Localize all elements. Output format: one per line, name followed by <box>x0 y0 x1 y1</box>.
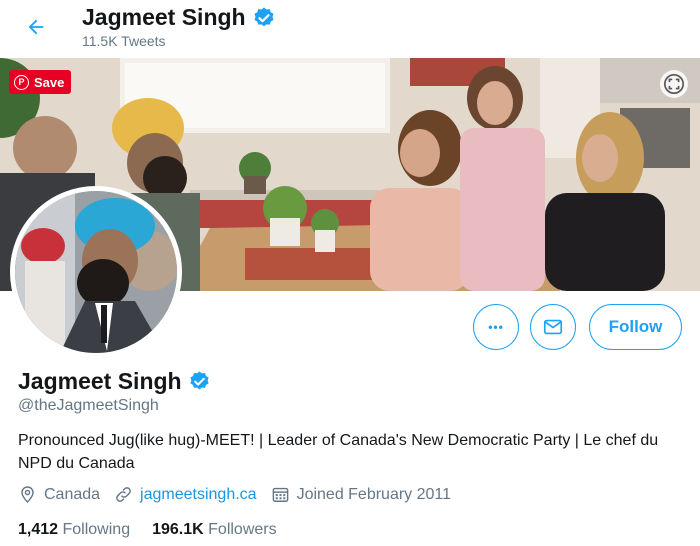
envelope-icon <box>543 319 563 335</box>
website-link[interactable]: jagmeetsingh.ca <box>140 486 257 504</box>
pinterest-save-button[interactable]: P Save <box>9 70 71 94</box>
save-label: Save <box>34 74 65 90</box>
profile-name-text: Jagmeet Singh <box>18 368 182 394</box>
message-button[interactable] <box>530 304 576 350</box>
link-icon <box>116 487 131 502</box>
pinterest-icon: P <box>14 74 29 90</box>
verified-badge-icon <box>254 7 274 26</box>
follow-button[interactable]: Follow <box>589 304 682 350</box>
header-name-text: Jagmeet Singh <box>82 4 246 30</box>
followers-label: Followers <box>208 521 277 538</box>
following-count: 1,412 <box>18 521 59 538</box>
back-button[interactable] <box>22 13 50 41</box>
location-text: Canada <box>44 485 101 503</box>
avatar-photo <box>15 191 177 353</box>
joined-item: Joined February 2011 <box>271 485 451 504</box>
profile-meta: Canada jagmeetsingh.ca Joined February 2… <box>18 485 465 504</box>
expand-icon <box>664 74 684 94</box>
following-link[interactable]: 1,412 Following <box>18 521 130 539</box>
followers-link[interactable]: 196.1K Followers <box>152 521 277 539</box>
profile-handle: @theJagmeetSingh <box>18 397 159 414</box>
more-options-button[interactable]: ••• <box>473 304 519 350</box>
location-item: Canada <box>18 485 100 504</box>
verified-badge-icon <box>190 371 209 390</box>
header-profile-name: Jagmeet Singh <box>82 4 276 31</box>
website-item[interactable]: jagmeetsingh.ca <box>114 485 257 504</box>
back-arrow-icon <box>28 19 44 35</box>
expand-button[interactable] <box>660 70 688 98</box>
calendar-icon <box>272 487 288 502</box>
profile-stats: 1,412 Following 196.1K Followers <box>18 521 299 539</box>
more-icon: ••• <box>488 320 504 334</box>
tweet-count: 11.5K Tweets <box>82 33 166 49</box>
profile-avatar[interactable] <box>10 186 182 358</box>
followers-count: 196.1K <box>152 521 204 538</box>
following-label: Following <box>62 521 131 538</box>
profile-bio: Pronounced Jug(like hug)-MEET! | Leader … <box>18 432 659 472</box>
joined-text: Joined February 2011 <box>296 485 452 503</box>
profile-header-bar: Jagmeet Singh 11.5K Tweets <box>0 0 700 58</box>
profile-name: Jagmeet Singh <box>18 368 211 395</box>
location-pin-icon <box>21 486 34 504</box>
